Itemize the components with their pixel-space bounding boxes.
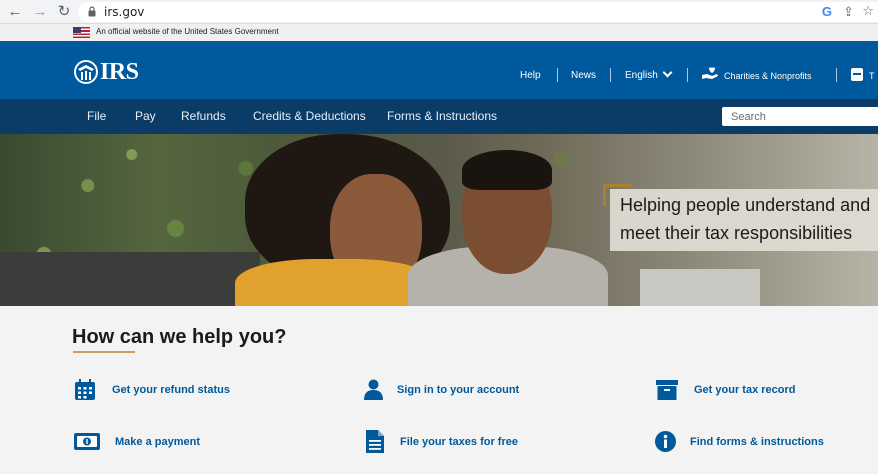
hero-banner: Helping people understand and meet their…: [0, 134, 878, 306]
money-icon: [74, 433, 100, 450]
main-navigation: File Pay Refunds Credits & Deductions Fo…: [0, 99, 878, 134]
document-icon: [366, 430, 384, 453]
help-section: How can we help you? Get your refund sta…: [0, 306, 878, 474]
make-payment-link[interactable]: Make a payment: [115, 436, 200, 448]
gov-banner-text: An official website of the United States…: [96, 27, 279, 36]
divider: [687, 68, 688, 82]
tax-record-link[interactable]: Get your tax record: [694, 384, 795, 396]
hero-caption-line-2: meet their tax responsibilities: [620, 223, 853, 243]
google-icon[interactable]: G: [822, 4, 832, 19]
forward-arrow-icon[interactable]: →: [31, 3, 49, 21]
hero-person-woman-sweater: [235, 259, 435, 306]
eagle-icon: [74, 60, 98, 84]
irs-logo[interactable]: IRS: [73, 59, 139, 85]
divider: [557, 68, 558, 82]
chevron-down-icon: [662, 67, 673, 78]
charities-nonprofits-link[interactable]: Charities & Nonprofits: [724, 71, 812, 81]
browser-toolbar: ← → ↻ irs.gov G ⇪ ☆: [0, 0, 878, 24]
url-text: irs.gov: [104, 5, 145, 19]
nav-forms-instructions[interactable]: Forms & Instructions: [387, 109, 497, 123]
lock-icon: [88, 6, 96, 17]
news-link[interactable]: News: [571, 70, 596, 81]
nav-credits-deductions[interactable]: Credits & Deductions: [253, 109, 366, 123]
info-icon: [655, 431, 676, 452]
truncated-link[interactable]: T: [869, 71, 875, 81]
search-container: [722, 107, 878, 126]
title-underline: [73, 351, 135, 353]
back-arrow-icon[interactable]: ←: [6, 3, 24, 21]
sign-in-account-link[interactable]: Sign in to your account: [397, 384, 519, 396]
find-forms-link[interactable]: Find forms & instructions: [690, 436, 824, 448]
charity-hand-icon: [702, 67, 718, 79]
language-label: English: [625, 70, 658, 81]
logo-text: IRS: [100, 58, 139, 85]
hero-caption-line-1: Helping people understand and: [620, 195, 871, 215]
refund-status-link[interactable]: Get your refund status: [112, 384, 230, 396]
hero-couch: [0, 252, 260, 306]
address-bar[interactable]: irs.gov G ⇪ ☆: [78, 2, 878, 22]
divider: [610, 68, 611, 82]
hero-laptop: [640, 269, 760, 306]
official-gov-banner: An official website of the United States…: [0, 24, 878, 41]
file-taxes-free-link[interactable]: File your taxes for free: [400, 436, 518, 448]
bookmark-star-icon[interactable]: ☆: [862, 3, 874, 19]
us-flag-icon: [73, 27, 90, 38]
calendar-icon: [75, 379, 95, 400]
nav-refunds[interactable]: Refunds: [181, 109, 226, 123]
archive-box-icon: [656, 380, 678, 400]
share-icon[interactable]: ⇪: [843, 4, 854, 20]
reload-icon[interactable]: ↻: [55, 3, 73, 21]
site-header: IRS Help News English Charities & Nonpro…: [0, 41, 878, 99]
nav-pay[interactable]: Pay: [135, 109, 156, 123]
tax-pro-icon[interactable]: [851, 68, 863, 81]
hero-person-man-hair: [462, 150, 552, 190]
divider: [836, 68, 837, 82]
nav-file[interactable]: File: [87, 109, 106, 123]
help-title: How can we help you?: [72, 326, 287, 348]
user-icon: [364, 379, 383, 400]
help-link[interactable]: Help: [520, 70, 541, 81]
language-selector[interactable]: English: [625, 67, 673, 81]
search-input[interactable]: [722, 107, 878, 126]
